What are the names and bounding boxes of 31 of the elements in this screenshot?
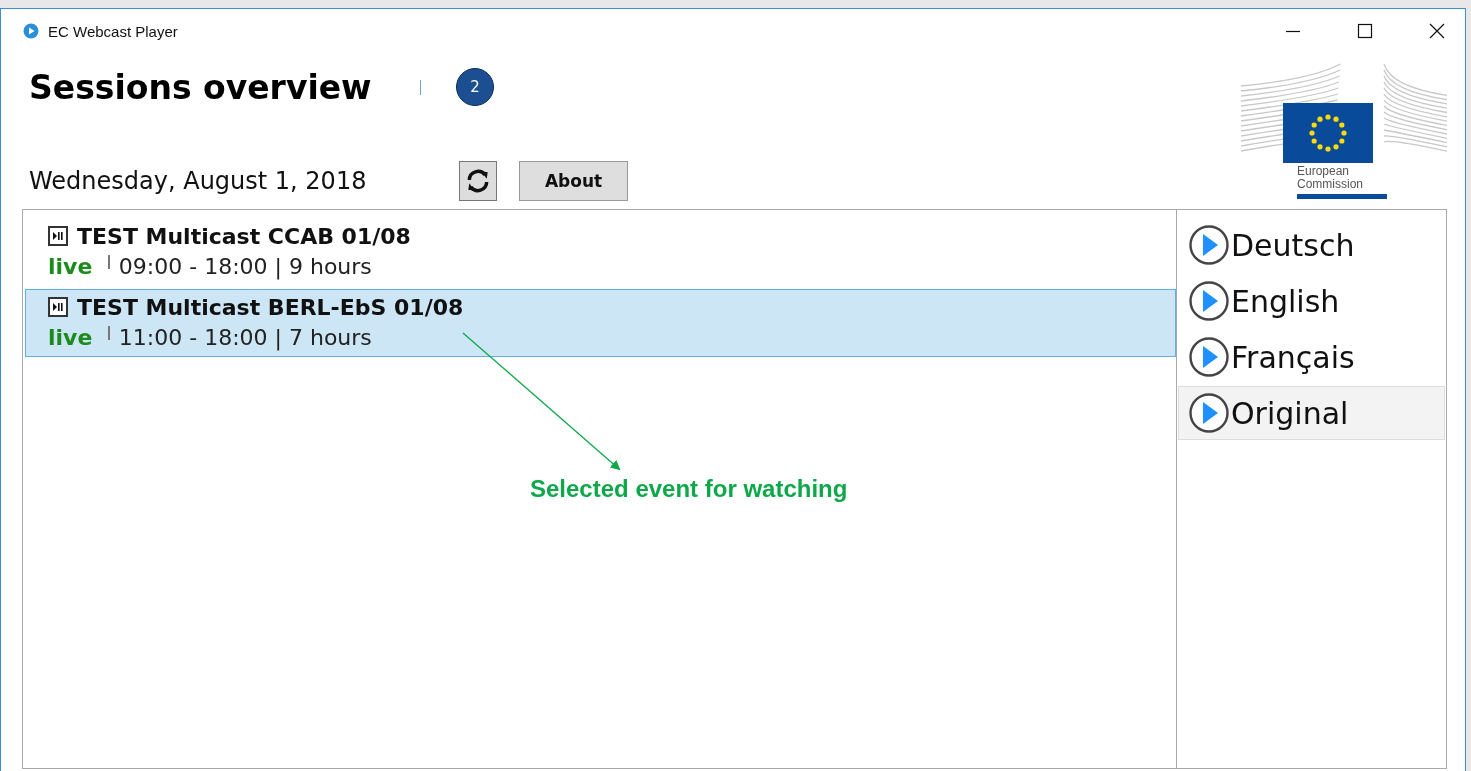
session-title: TEST Multicast BERL-EbS 01/08 bbox=[77, 294, 464, 320]
date-text: Wednesday, August 1, 2018 bbox=[29, 167, 368, 195]
window-title: EC Webcast Player bbox=[48, 22, 178, 40]
refresh-button[interactable] bbox=[459, 161, 497, 201]
maximize-icon[interactable] bbox=[1357, 23, 1373, 39]
play-icon bbox=[1189, 393, 1229, 433]
session-title: TEST Multicast CCAB 01/08 bbox=[77, 223, 411, 249]
language-item[interactable]: Original bbox=[1178, 386, 1445, 440]
about-button[interactable]: About bbox=[519, 161, 628, 201]
play-icon bbox=[1189, 337, 1229, 377]
session-time: 09:00 - 18:00 | 9 hours bbox=[118, 253, 372, 279]
media-icon bbox=[48, 226, 68, 246]
language-item[interactable]: English bbox=[1178, 274, 1445, 328]
play-icon bbox=[1189, 281, 1229, 321]
count-badge: 2 bbox=[456, 68, 495, 106]
annotation-text: Selected event for watching bbox=[530, 475, 848, 503]
play-icon bbox=[23, 23, 39, 39]
status-text: live bbox=[48, 253, 93, 279]
close-icon[interactable] bbox=[1429, 23, 1445, 39]
language-item[interactable]: Deutsch bbox=[1178, 218, 1445, 272]
status-text: live bbox=[48, 324, 93, 350]
session-item[interactable]: TEST Multicast CCAB 01/08 live 09:00 - 18:00 | 9 hours bbox=[25, 218, 1176, 286]
play-icon bbox=[1189, 225, 1229, 265]
session-time: 11:00 - 18:00 | 7 hours bbox=[118, 324, 372, 350]
page-title: Sessions overview bbox=[29, 67, 372, 107]
refresh-icon bbox=[465, 168, 491, 194]
logo-text: Commission bbox=[1297, 178, 1363, 191]
language-item[interactable]: Français bbox=[1178, 330, 1445, 384]
media-icon bbox=[48, 297, 68, 317]
session-item[interactable]: TEST Multicast BERL-EbS 01/08 live 11:00 - 18:00 | 7 hours bbox=[25, 289, 1176, 357]
logo-text: European bbox=[1297, 165, 1350, 178]
